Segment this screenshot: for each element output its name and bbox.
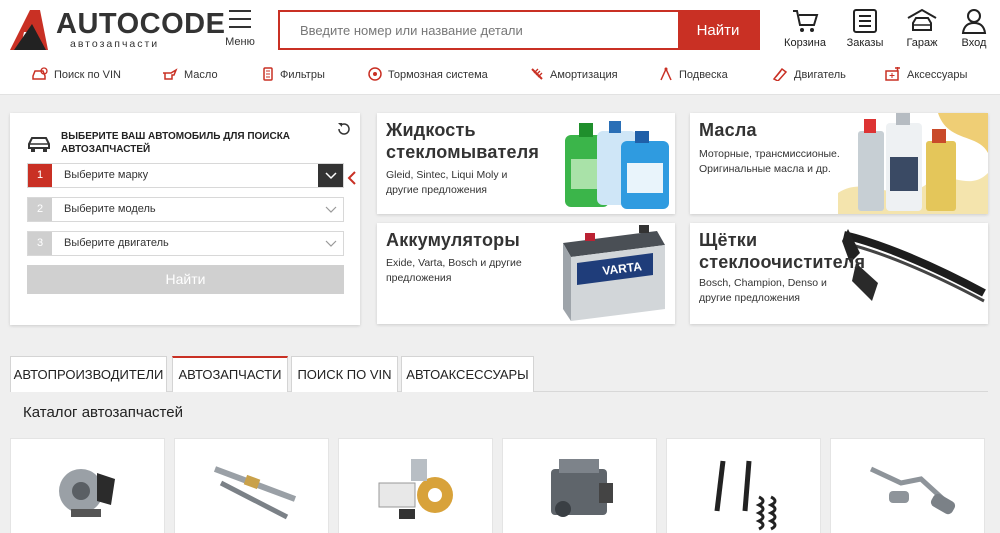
nav-label: Амортизация xyxy=(550,69,618,81)
battery-image: VARTA xyxy=(563,225,665,321)
nav-label: Подвеска xyxy=(679,69,728,81)
promo-washer-fluid[interactable]: Жидкость стекломывателя Gleid, Sintec, L… xyxy=(377,113,675,214)
engine-image xyxy=(551,459,613,517)
logo-mark-icon xyxy=(10,10,48,50)
filters-image xyxy=(378,459,453,519)
nav-label: Масло xyxy=(184,69,218,81)
nav-label: Поиск по VIN xyxy=(54,69,122,81)
nav-label: Аксессуары xyxy=(907,69,968,81)
search-button[interactable]: Найти xyxy=(678,12,758,48)
logo-subtitle: автозапчасти xyxy=(70,38,160,50)
washer-fluid-bottles-image xyxy=(565,121,669,209)
oil-can-icon xyxy=(163,68,178,80)
nav-item-filters[interactable]: Фильтры xyxy=(262,67,325,85)
exhaust-image xyxy=(869,466,956,515)
promo-title: Жидкость стекломывателя xyxy=(386,120,540,162)
step-number: 1 xyxy=(28,164,52,187)
accessories-icon xyxy=(885,66,900,81)
brake-disc-image xyxy=(59,469,115,517)
catalog-tabs: АВТОПРОИЗВОДИТЕЛИ АВТОЗАПЧАСТИ ПОИСК ПО … xyxy=(10,356,988,392)
login-label: Вход xyxy=(961,37,987,49)
logo[interactable]: AUTOCODE автозапчасти xyxy=(10,8,225,50)
make-select[interactable]: 1 Выберите марку xyxy=(27,163,344,188)
selector-find-button[interactable]: Найти xyxy=(27,265,344,294)
suspension-icon xyxy=(660,67,672,81)
model-select-label: Выберите модель xyxy=(64,203,156,215)
cart-label: Корзина xyxy=(784,37,826,49)
garage-button[interactable]: Гараж xyxy=(895,8,949,52)
cart-icon xyxy=(793,10,819,32)
menu-label: Меню xyxy=(225,36,255,48)
make-select-label: Выберите марку xyxy=(64,169,149,181)
shock-absorber-icon xyxy=(531,68,543,80)
promo-batteries[interactable]: Аккумуляторы Exide, Varta, Bosch и други… xyxy=(377,223,675,324)
engine-select[interactable]: 3 Выберите двигатель xyxy=(27,231,344,256)
car-icon xyxy=(28,137,50,152)
shock-absorbers-image xyxy=(714,460,777,531)
garage-icon xyxy=(907,8,937,31)
reset-icon[interactable] xyxy=(336,121,352,137)
chevron-down-icon xyxy=(318,164,343,187)
promo-description: Exide, Varta, Bosch и другие предложения xyxy=(386,257,522,284)
orders-icon xyxy=(853,9,877,33)
catalog-item-shocks[interactable] xyxy=(666,438,821,533)
glow-plug-image xyxy=(213,466,297,520)
search-bar: Найти xyxy=(278,10,760,50)
site-header: AUTOCODE автозапчасти Меню Найти Корзина… xyxy=(0,0,1000,95)
logo-text: AUTOCODE xyxy=(56,8,226,40)
catalog-item-engine[interactable] xyxy=(502,438,657,533)
nav-item-vin[interactable]: Поиск по VIN xyxy=(32,67,121,85)
menu-button[interactable]: Меню xyxy=(222,10,258,50)
nav-item-oil[interactable]: Масло xyxy=(162,67,218,85)
tab-vin-search[interactable]: ПОИСК ПО VIN xyxy=(291,356,398,392)
chevron-down-icon xyxy=(318,232,343,255)
filter-icon xyxy=(263,67,273,81)
catalog-item-filters[interactable] xyxy=(338,438,493,533)
promo-title: Масла xyxy=(699,120,757,140)
car-selector: Выберите ваш автомобиль для поиска автоз… xyxy=(10,113,360,325)
tab-manufacturers[interactable]: АВТОПРОИЗВОДИТЕЛИ xyxy=(10,356,167,392)
selector-title: Выберите ваш автомобиль для поиска автоз… xyxy=(61,131,291,155)
cart-button[interactable]: Корзина xyxy=(778,8,832,52)
garage-label: Гараж xyxy=(906,37,938,49)
nav-item-brakes[interactable]: Тормозная система xyxy=(368,67,488,85)
nav-label: Фильтры xyxy=(280,69,325,81)
promo-title: Щётки стеклоочистителя xyxy=(699,230,866,272)
promo-description: Gleid, Sintec, Liqui Moly и другие предл… xyxy=(386,169,508,196)
chevron-left-icon xyxy=(347,171,356,185)
promo-oils[interactable]: Масла Моторные, трансмиссионые. Оригинал… xyxy=(690,113,988,214)
catalog-title: Каталог автозапчастей xyxy=(23,404,183,421)
brake-disc-icon xyxy=(368,67,382,81)
engine-select-label: Выберите двигатель xyxy=(64,237,169,249)
nav-label: Двигатель xyxy=(794,69,846,81)
login-button[interactable]: Вход xyxy=(947,8,1000,52)
tab-accessories[interactable]: АВТОАКСЕССУАРЫ xyxy=(401,356,534,392)
hamburger-icon xyxy=(229,10,251,28)
search-input[interactable] xyxy=(280,12,680,48)
step-number: 2 xyxy=(28,198,52,221)
chevron-down-icon xyxy=(318,198,343,221)
promo-title: Аккумуляторы xyxy=(386,230,520,250)
nav-item-accessories[interactable]: Аксессуары xyxy=(885,66,968,85)
orders-button[interactable]: Заказы xyxy=(838,8,892,52)
catalog-item-exhaust[interactable] xyxy=(830,438,985,533)
nav-item-engine[interactable]: Двигатель xyxy=(772,67,846,85)
nav-label: Тормозная система xyxy=(388,69,488,81)
step-number: 3 xyxy=(28,232,52,255)
catalog-item-plugs[interactable] xyxy=(174,438,329,533)
vin-car-icon xyxy=(32,67,48,80)
nav-item-shocks[interactable]: Амортизация xyxy=(530,67,618,85)
promo-description: Моторные, трансмиссионые. Оригинальные м… xyxy=(699,148,840,175)
orders-label: Заказы xyxy=(846,37,884,49)
tab-parts[interactable]: АВТОЗАПЧАСТИ xyxy=(172,356,288,392)
catalog-item-brakes[interactable] xyxy=(10,438,165,533)
engine-icon xyxy=(772,67,788,82)
promo-description: Bosch, Champion, Denso и другие предложе… xyxy=(699,277,827,304)
user-icon xyxy=(961,9,987,34)
model-select[interactable]: 2 Выберите модель xyxy=(27,197,344,222)
nav-item-suspension[interactable]: Подвеска xyxy=(659,67,728,85)
category-nav: Поиск по VIN Масло Фильтры Тормозная сис… xyxy=(0,64,1000,88)
promo-wipers[interactable]: Щётки стеклоочистителя Bosch, Champion, … xyxy=(690,223,988,324)
